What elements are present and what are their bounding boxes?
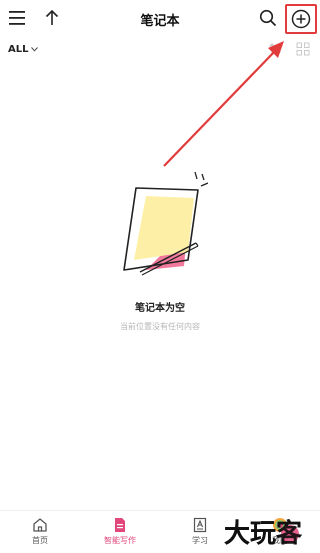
nav-label-home: 首页 [32, 536, 48, 545]
chevron-down-icon [31, 47, 39, 52]
nav-item-profile[interactable]: 我的 [240, 511, 320, 553]
empty-state-title: 笔记本为空 [135, 303, 185, 314]
filter-dropdown[interactable]: ALL [8, 44, 39, 55]
nav-label-writing: 智能写作 [104, 536, 136, 545]
grid-icon [296, 42, 310, 56]
grid-view-button[interactable] [294, 40, 312, 58]
bottom-navigation: 首页 智能写作 学习 我的 [0, 510, 320, 553]
filter-label: ALL [8, 44, 29, 55]
nav-item-study[interactable]: 学习 [160, 511, 240, 553]
search-button[interactable] [256, 6, 280, 30]
nav-label-profile: 我的 [272, 536, 288, 545]
home-icon [33, 518, 47, 532]
top-bar: 笔记本 [0, 0, 320, 38]
nav-item-writing[interactable]: 智能写作 [80, 511, 160, 553]
search-icon [259, 9, 277, 27]
sort-button[interactable] [266, 40, 284, 58]
study-icon [193, 517, 207, 533]
avatar-icon [273, 518, 287, 532]
add-note-button[interactable] [286, 5, 316, 33]
sort-icon [269, 43, 281, 55]
nav-label-study: 学习 [192, 536, 208, 545]
empty-notebook-illustration [123, 171, 208, 276]
plus-circle-icon [291, 9, 311, 29]
empty-state-subtitle: 当前位置没有任何内容 [120, 322, 200, 331]
nav-item-home[interactable]: 首页 [0, 511, 80, 553]
document-icon [115, 518, 125, 532]
